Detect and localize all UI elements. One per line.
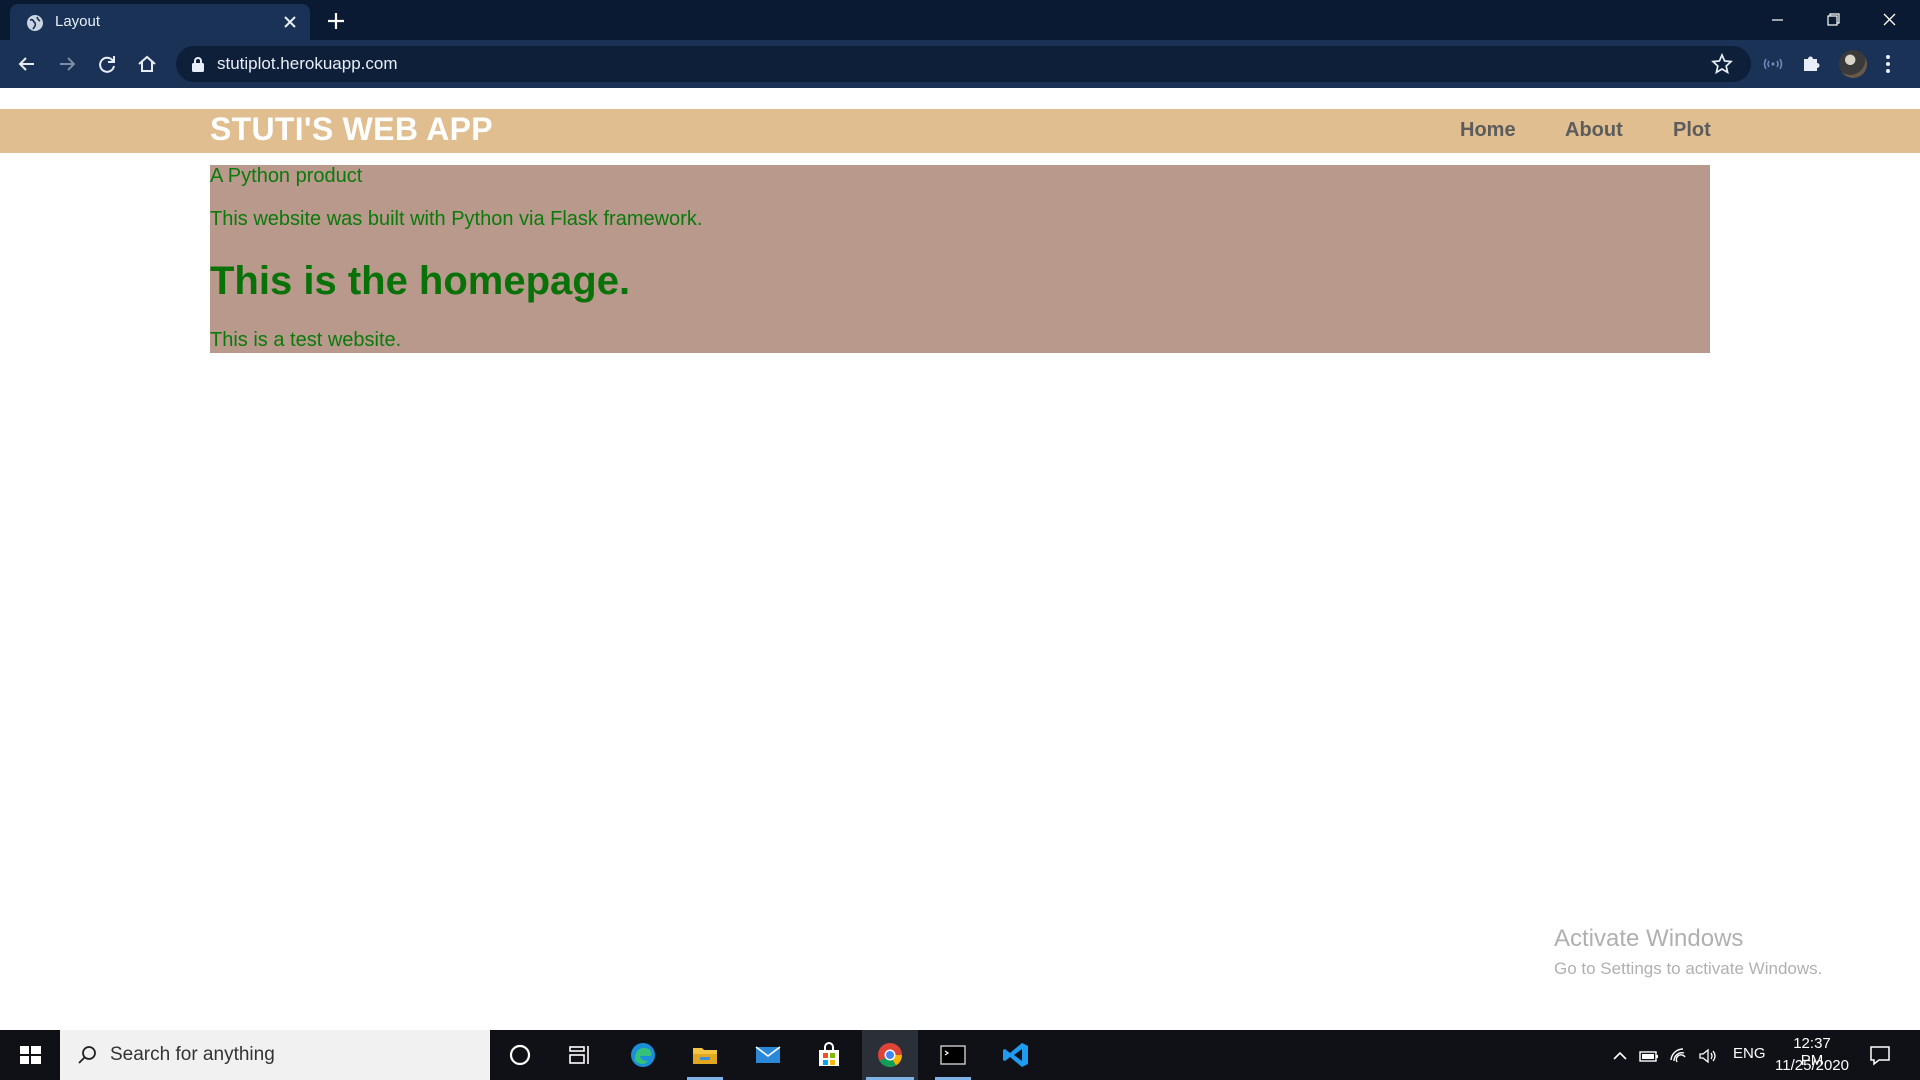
tab-title: Layout [55, 13, 101, 30]
reload-icon[interactable] [96, 53, 118, 75]
test-website-text: This is a test website. [210, 329, 402, 351]
nav-link-plot[interactable]: Plot [1673, 119, 1711, 142]
activate-windows-title: Activate Windows [1554, 925, 1744, 952]
task-view-button[interactable] [552, 1030, 608, 1080]
show-hidden-icons-icon[interactable] [1610, 1046, 1630, 1066]
lock-icon[interactable] [191, 56, 205, 72]
browser-titlebar: Layout [0, 0, 1920, 40]
cortana-icon [509, 1044, 531, 1066]
battery-icon[interactable] [1639, 1046, 1659, 1066]
clock-date[interactable]: 11/25/2020 [1772, 1057, 1852, 1074]
bookmark-star-icon[interactable] [1711, 53, 1733, 75]
chrome-icon [878, 1043, 902, 1068]
close-tab-icon[interactable] [280, 12, 300, 32]
vscode-icon [1003, 1043, 1028, 1067]
minimize-icon[interactable] [1754, 6, 1800, 34]
profile-avatar[interactable] [1839, 50, 1867, 78]
more-menu-icon[interactable] [1884, 52, 1892, 76]
mail-button[interactable] [740, 1030, 796, 1080]
site-header: STUTI'S WEB APP Home About Plot [0, 109, 1920, 153]
terminal-button[interactable] [925, 1030, 981, 1080]
windows-start-icon[interactable] [0, 1030, 60, 1080]
terminal-icon [940, 1045, 966, 1065]
home-icon[interactable] [136, 53, 158, 75]
mail-icon [755, 1046, 781, 1063]
wifi-icon[interactable] [1669, 1046, 1689, 1066]
nav-link-about[interactable]: About [1565, 119, 1623, 142]
new-tab-icon[interactable] [325, 10, 347, 32]
chrome-button[interactable] [862, 1030, 918, 1080]
vscode-button[interactable] [988, 1030, 1044, 1080]
back-icon[interactable] [16, 53, 38, 75]
site-title: STUTI'S WEB APP [210, 111, 493, 147]
forward-icon[interactable] [56, 53, 78, 75]
store-icon [819, 1042, 839, 1066]
search-placeholder: Search for anything [110, 1044, 275, 1065]
built-with-text: This website was built with Python via F… [210, 208, 703, 230]
browser-toolbar: stutiplot.herokuapp.com [0, 40, 1920, 88]
store-button[interactable] [801, 1030, 857, 1080]
nav-link-home[interactable]: Home [1460, 119, 1516, 142]
taskbar-search-box[interactable]: Search for anything [60, 1030, 490, 1080]
url-text[interactable]: stutiplot.herokuapp.com [217, 54, 398, 74]
cortana-button[interactable] [492, 1030, 548, 1080]
extension-radio-icon[interactable] [1762, 54, 1784, 74]
language-indicator[interactable]: ENG [1733, 1045, 1766, 1062]
content-panel: A Python product This website was built … [210, 165, 1710, 353]
extensions-puzzle-icon[interactable] [1800, 52, 1822, 74]
notification-icon[interactable] [1868, 1043, 1892, 1067]
page-heading: This is the homepage. [210, 259, 631, 303]
browser-tab[interactable]: Layout [10, 4, 310, 40]
volume-icon[interactable] [1698, 1046, 1718, 1066]
edge-button[interactable] [615, 1030, 671, 1080]
close-window-icon[interactable] [1866, 6, 1912, 34]
globe-icon [27, 15, 43, 31]
file-explorer-button[interactable] [677, 1030, 733, 1080]
restore-icon[interactable] [1810, 6, 1856, 34]
search-icon [78, 1046, 96, 1064]
taskbar: Search for anything ENG 12:37 PM 11/25/2… [0, 1030, 1920, 1080]
address-bar[interactable]: stutiplot.herokuapp.com [176, 46, 1751, 82]
edge-icon [631, 1043, 655, 1067]
activate-windows-subtitle: Go to Settings to activate Windows. [1554, 959, 1823, 978]
tagline: A Python product [210, 165, 363, 187]
file-explorer-icon [693, 1048, 717, 1064]
task-view-icon [569, 1046, 589, 1064]
